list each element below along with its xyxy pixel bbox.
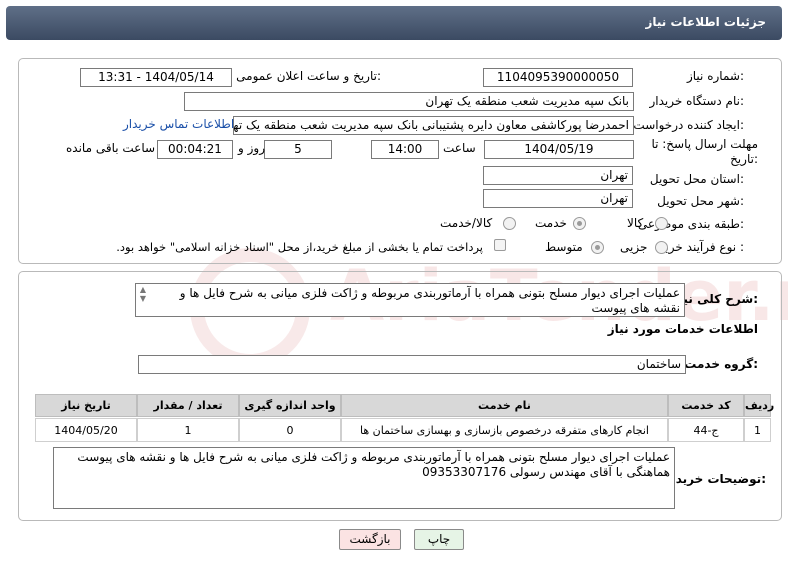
summary-scroll-icon[interactable]: ▲ ▼ xyxy=(137,285,149,303)
print-button[interactable]: چاپ xyxy=(414,529,464,550)
table-cell-name: انجام کارهای متفرقه درخصوص بازسازی و بهس… xyxy=(341,418,668,442)
buyer-notes-label: توضیحات خریدار: xyxy=(664,472,766,486)
page-header: جزئیات اطلاعات نیاز xyxy=(6,6,782,40)
col-header-unit: واحد اندازه گیری xyxy=(239,394,341,417)
deadline-date-field[interactable]: 1404/05/19 xyxy=(484,140,634,159)
city-field[interactable]: تهران xyxy=(483,189,633,208)
creator-label: ایجاد کننده درخواست: xyxy=(633,118,744,132)
process-radio-minor[interactable] xyxy=(655,241,668,254)
treasury-payment-note: پرداخت تمام یا بخشی از مبلغ خرید،از محل … xyxy=(116,240,483,254)
buyer-org-field[interactable]: بانک سپه مدیریت شعب منطقه یک تهران xyxy=(184,92,634,111)
table-cell-code: ج-44 xyxy=(668,418,744,442)
need-number-field[interactable]: 1104095390000050 xyxy=(483,68,633,87)
remaining-time-label: ساعت باقی مانده xyxy=(66,141,156,155)
table-cell-unit: 0 xyxy=(239,418,341,442)
services-section-title: اطلاعات خدمات مورد نیاز xyxy=(607,322,758,336)
table-cell-qty: 1 xyxy=(137,418,239,442)
deadline-label: مهلت ارسال پاسخ: تا تاریخ: xyxy=(651,137,758,166)
col-header-qty: تعداد / مقدار xyxy=(137,394,239,417)
table-cell-date: 1404/05/20 xyxy=(35,418,137,442)
buyer-contact-link[interactable]: اطلاعات تماس خریدار xyxy=(123,117,234,131)
province-field[interactable]: تهران xyxy=(483,166,633,185)
page-title: جزئیات اطلاعات نیاز xyxy=(645,15,766,29)
treasury-payment-checkbox[interactable] xyxy=(494,239,506,251)
buyer-notes-textarea[interactable]: عملیات اجرای دیوار مسلح بتونی همراه با آ… xyxy=(53,447,675,509)
creator-field[interactable]: احمدرضا پورکاشفی معاون دایره پشتیبانی با… xyxy=(233,116,634,135)
table-row: 1 xyxy=(744,418,771,442)
col-header-code: کد خدمت xyxy=(668,394,744,417)
process-radio-medium[interactable] xyxy=(591,241,604,254)
category-label: طبقه بندی موضوعی: xyxy=(637,217,744,231)
buyer-org-label: نام دستگاه خریدار: xyxy=(649,94,745,108)
city-label: شهر محل تحویل: xyxy=(657,194,744,208)
back-button[interactable]: بازگشت xyxy=(339,529,401,550)
category-option-service: خدمت xyxy=(535,216,567,230)
province-label: استان محل تحویل: xyxy=(649,172,744,186)
col-header-date: تاریخ نیاز xyxy=(35,394,137,417)
announce-datetime-label: تاریخ و ساعت اعلان عمومی: xyxy=(236,69,381,83)
service-group-field[interactable]: ساختمان xyxy=(138,355,686,374)
col-header-row: ردیف xyxy=(744,394,774,417)
need-number-label: شماره نیاز: xyxy=(686,69,744,83)
category-option-goods: کالا xyxy=(627,216,644,230)
days-label: روز و xyxy=(238,141,265,155)
category-radio-service[interactable] xyxy=(573,217,586,230)
process-option-medium: متوسط xyxy=(545,240,583,254)
deadline-time-field[interactable]: 14:00 xyxy=(371,140,439,159)
deadline-time-label: ساعت xyxy=(443,141,476,155)
process-type-label: نوع فرآیند خرید : xyxy=(659,240,744,254)
category-radio-goods-service[interactable] xyxy=(503,217,516,230)
days-field[interactable]: 5 xyxy=(264,140,332,159)
process-option-minor: جزیی xyxy=(620,240,648,254)
announce-datetime-field[interactable]: 1404/05/14 - 13:31 xyxy=(80,68,232,87)
col-header-name: نام خدمت xyxy=(341,394,668,417)
service-group-label: گروه خدمت: xyxy=(684,357,758,371)
remaining-time-field[interactable]: 00:04:21 xyxy=(157,140,233,159)
category-option-goods-service: کالا/خدمت xyxy=(440,216,493,230)
category-radio-goods[interactable] xyxy=(655,217,668,230)
summary-textarea[interactable]: عملیات اجرای دیوار مسلح بتونی همراه با آ… xyxy=(135,283,685,317)
